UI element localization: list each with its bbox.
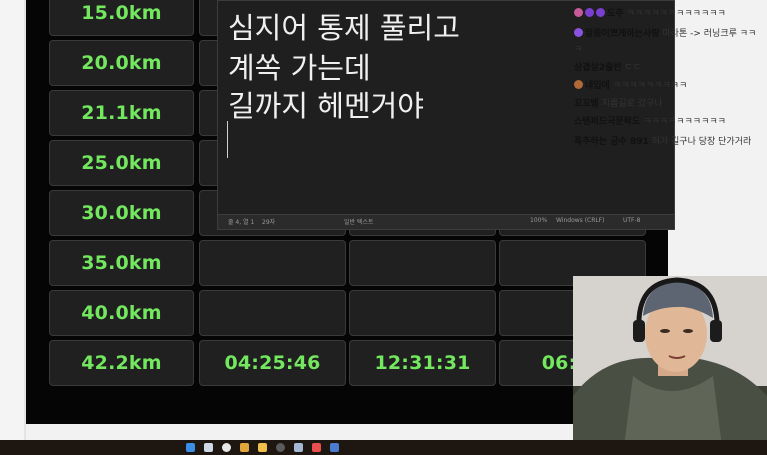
chat-badge-icon [574,80,583,89]
encoding: UTF-8 [623,217,641,224]
taskbar [0,440,767,455]
distance-cell: 21.1km [49,90,194,136]
webcam-feed [573,276,767,455]
chat-text: 혀가 길구나 당장 단가거라 [651,137,752,147]
clock-cell [349,240,496,286]
chat-nickname[interactable]: 스탠퍼드국문학도 [574,117,640,127]
time-cell: 04:25:46 [199,340,346,386]
notepad-line: 계쏙 가는데 [228,51,371,85]
chat-nickname[interactable]: 꼬꼬뱅 [574,99,599,109]
chat-message: 말좀이쁘게하는사람 마라톤 -> 러닝크루 ㅋㅋ [574,26,756,39]
notepad-line: 길까지 헤멘거야 [228,89,424,123]
distance-cell: 20.0km [49,40,194,86]
circle-app-icon[interactable] [222,443,231,452]
chat-message: 도주 ㅋㅋㅋㅋㅋㅋㅋㅋㅋㅋㅋㅋ [574,6,726,19]
chat-message: 네입에 ㅋㅋㅋㅋㅋㅋㅋㅋㅋ [574,78,687,91]
cursor-position: 줄 4, 열 1 [228,219,255,226]
folder-icon[interactable] [258,443,267,452]
clock-cell: 12:31:31 [349,340,496,386]
chat-message: 스탠퍼드국문학도 ㅋㅋㅋㅋㅋㅋㅋㅋㅋㅋ [574,114,726,127]
chat-text: ㄷㄷ [624,63,642,73]
game-icon[interactable] [312,443,321,452]
zoom-level[interactable]: 100% [530,217,547,224]
chat-panel: 도주 ㅋㅋㅋㅋㅋㅋㅋㅋㅋㅋㅋㅋ 말좀이쁘게하는사람 마라톤 -> 러닝크루 ㅋㅋ … [572,0,767,160]
distance-cell: 25.0km [49,140,194,186]
chat-text: ㅋ [574,45,583,55]
text-caret [227,121,228,158]
chat-badge-icon [596,8,605,17]
chat-nickname[interactable]: 네입에 [585,81,610,91]
chat-nickname[interactable]: 도주 [607,9,624,19]
distance-cell: 42.2km [49,340,194,386]
notepad-line: 심지어 통제 풀리고 [228,11,460,45]
time-cell [199,290,346,336]
time-cell [199,240,346,286]
chat-nickname[interactable]: 삼겹살2줄반 [574,63,622,73]
line-ending: Windows (CRLF) [556,217,605,224]
distance-cell: 15.0km [49,0,194,36]
check-icon[interactable] [204,443,213,452]
char-count: 29자 [262,219,276,226]
start-icon[interactable] [186,443,195,452]
distance-cell: 35.0km [49,240,194,286]
clock-cell [349,290,496,336]
chat-badge-icon [574,28,583,37]
chat-message: 폭주하는 궁수 891 혀가 길구나 당장 단가거라 [574,134,751,147]
chat-message: 삼겹살2줄반 ㄷㄷ [574,60,641,73]
chat-message: 꼬꼬뱅 지름길로 갔구나 [574,96,663,109]
format-label: 일반 텍스트 [344,219,374,226]
chat-text: ㅋㅋㅋㅋㅋㅋㅋㅋㅋㅋ [643,117,726,127]
chat-badge-icon [574,8,583,17]
notepad-statusbar: 줄 4, 열 1 29자 일반 텍스트 100% Windows (CRLF) … [218,214,674,229]
chat-text: ㅋㅋㅋㅋㅋㅋㅋㅋㅋ [612,81,688,91]
chrome-icon[interactable] [240,443,249,452]
distance-cell: 30.0km [49,190,194,236]
chat-text: ㅋㅋㅋㅋㅋㅋㅋㅋㅋㅋㅋㅋ [626,9,726,19]
chat-nickname[interactable]: 폭주하는 궁수 891 [574,137,649,147]
chat-nickname[interactable]: 말좀이쁘게하는사람 [585,29,660,39]
media-icon[interactable] [276,443,285,452]
distance-cell: 40.0km [49,290,194,336]
left-margin [0,0,26,440]
check-icon[interactable] [294,443,303,452]
notepad-taskbar-icon[interactable] [330,443,339,452]
chat-text: 지름길로 갔구나 [601,99,663,109]
streamer-image [573,276,767,455]
chat-text: 마라톤 -> 러닝크루 ㅋㅋ [662,29,757,39]
chat-message: ㅋ [574,42,582,55]
chat-badge-icon [585,8,594,17]
